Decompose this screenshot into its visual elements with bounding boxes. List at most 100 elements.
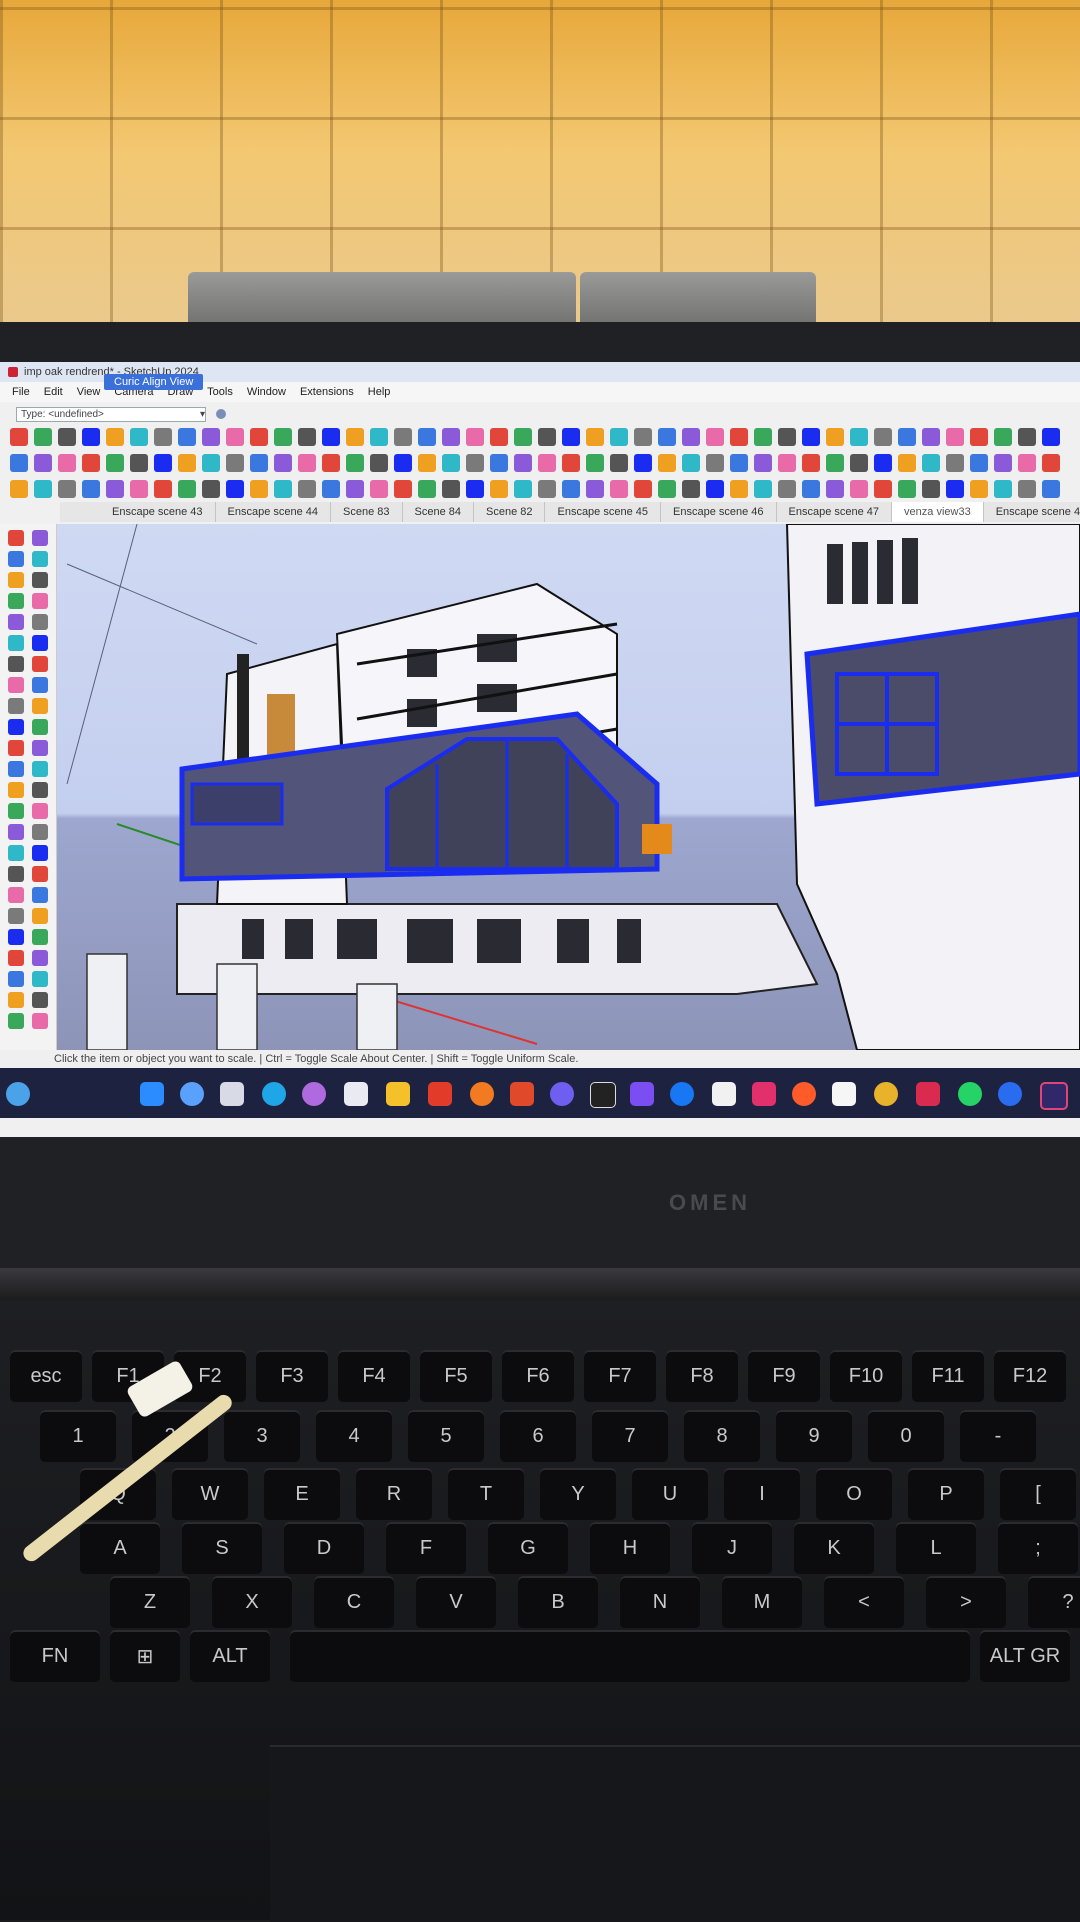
toolbar-tool-icon[interactable] bbox=[706, 428, 724, 446]
toolbar-tool-icon[interactable] bbox=[322, 428, 340, 446]
left-tool-icon[interactable] bbox=[32, 845, 48, 861]
toolbar-tool-icon[interactable] bbox=[298, 428, 316, 446]
type-select[interactable]: Type: <undefined> ▾ bbox=[16, 406, 206, 422]
building-model[interactable] bbox=[57, 524, 1080, 1050]
toolbar-tool-icon[interactable] bbox=[922, 480, 940, 498]
toolbar-tool-icon[interactable] bbox=[346, 480, 364, 498]
left-tool-icon[interactable] bbox=[32, 887, 48, 903]
toolbar-tool-icon[interactable] bbox=[82, 480, 100, 498]
left-tool-icon[interactable] bbox=[8, 971, 24, 987]
menu-extensions[interactable]: Extensions bbox=[300, 386, 354, 398]
menu-view[interactable]: View bbox=[77, 386, 101, 398]
toolbar-tool-icon[interactable] bbox=[10, 480, 28, 498]
task-view-icon[interactable] bbox=[220, 1082, 244, 1106]
keyboard-key[interactable]: M bbox=[722, 1576, 802, 1628]
keyboard-key[interactable]: E bbox=[264, 1468, 340, 1520]
x-icon[interactable] bbox=[590, 1082, 616, 1108]
keyboard-key[interactable]: FN bbox=[10, 1630, 100, 1682]
left-tool-icon[interactable] bbox=[8, 761, 24, 777]
toolbar-tool-icon[interactable] bbox=[730, 454, 748, 472]
toolbar-tool-icon[interactable] bbox=[202, 428, 220, 446]
toolbar-tool-icon[interactable] bbox=[682, 428, 700, 446]
toolbar-tool-icon[interactable] bbox=[658, 428, 676, 446]
keyboard-key[interactable]: K bbox=[794, 1522, 874, 1574]
toolbar-tool-icon[interactable] bbox=[130, 428, 148, 446]
keyboard-key[interactable]: F12 bbox=[994, 1350, 1066, 1402]
scene-tab[interactable]: Enscape scene 43 bbox=[100, 502, 216, 522]
toolbar-tool-icon[interactable] bbox=[826, 428, 844, 446]
toolbar-tool-icon[interactable] bbox=[994, 480, 1012, 498]
left-tool-icon[interactable] bbox=[32, 1013, 48, 1029]
left-tool-icon[interactable] bbox=[32, 572, 48, 588]
toolbar-tool-icon[interactable] bbox=[1042, 480, 1060, 498]
toolbar-tool-icon[interactable] bbox=[1018, 428, 1036, 446]
keyboard-key[interactable]: 6 bbox=[500, 1410, 576, 1462]
left-tool-icon[interactable] bbox=[32, 614, 48, 630]
toolbar-tool-icon[interactable] bbox=[58, 480, 76, 498]
toolbar-tool-icon[interactable] bbox=[34, 454, 52, 472]
toolbar-tool-icon[interactable] bbox=[754, 454, 772, 472]
amazon-icon[interactable] bbox=[712, 1082, 736, 1106]
toolbar-tool-icon[interactable] bbox=[490, 480, 508, 498]
toolbar-tool-icon[interactable] bbox=[754, 480, 772, 498]
keyboard-key[interactable]: F6 bbox=[502, 1350, 574, 1402]
keyboard-key[interactable]: 1 bbox=[40, 1410, 116, 1462]
keyboard-key[interactable]: 9 bbox=[776, 1410, 852, 1462]
toolbar-tool-icon[interactable] bbox=[586, 428, 604, 446]
left-tool-icon[interactable] bbox=[32, 929, 48, 945]
toolbar-tool-icon[interactable] bbox=[82, 454, 100, 472]
toolbar-tool-icon[interactable] bbox=[802, 428, 820, 446]
toolbar-tool-icon[interactable] bbox=[274, 428, 292, 446]
scene-tab-active[interactable]: venza view33 bbox=[892, 502, 984, 522]
keyboard-key[interactable]: T bbox=[448, 1468, 524, 1520]
left-tool-icon[interactable] bbox=[8, 530, 24, 546]
left-tool-icon[interactable] bbox=[32, 866, 48, 882]
toolbar-tool-icon[interactable] bbox=[634, 454, 652, 472]
left-tool-icon[interactable] bbox=[8, 824, 24, 840]
left-tool-icon[interactable] bbox=[8, 866, 24, 882]
keyboard-key[interactable]: G bbox=[488, 1522, 568, 1574]
photoshop-icon[interactable] bbox=[1040, 1082, 1068, 1110]
keyboard-key[interactable]: F bbox=[386, 1522, 466, 1574]
keyboard-key[interactable]: H bbox=[590, 1522, 670, 1574]
keyboard-key[interactable]: D bbox=[284, 1522, 364, 1574]
left-tool-icon[interactable] bbox=[32, 761, 48, 777]
toolbar-tool-icon[interactable] bbox=[730, 428, 748, 446]
indesign-icon[interactable] bbox=[916, 1082, 940, 1106]
toolbar-tool-icon[interactable] bbox=[490, 428, 508, 446]
toolbar-tool-icon[interactable] bbox=[898, 480, 916, 498]
left-tool-icon[interactable] bbox=[8, 677, 24, 693]
keyboard-key[interactable]: L bbox=[896, 1522, 976, 1574]
scene-tab[interactable]: Enscape scene 48 bbox=[984, 502, 1080, 522]
toolbar-tool-icon[interactable] bbox=[298, 454, 316, 472]
toolbar-tool-icon[interactable] bbox=[850, 480, 868, 498]
keyboard-key[interactable]: ? bbox=[1028, 1576, 1080, 1628]
left-tool-icon[interactable] bbox=[8, 1013, 24, 1029]
toolbar-tool-icon[interactable] bbox=[274, 480, 292, 498]
toolbar-tool-icon[interactable] bbox=[898, 428, 916, 446]
toolbar-tool-icon[interactable] bbox=[514, 480, 532, 498]
toolbar-tool-icon[interactable] bbox=[514, 428, 532, 446]
keyboard-key[interactable]: 4 bbox=[316, 1410, 392, 1462]
toolbar-tool-icon[interactable] bbox=[10, 428, 28, 446]
keyboard-key[interactable]: F10 bbox=[830, 1350, 902, 1402]
left-tool-icon[interactable] bbox=[32, 530, 48, 546]
spacebar[interactable] bbox=[290, 1630, 970, 1682]
toolbar-tool-icon[interactable] bbox=[634, 428, 652, 446]
keyboard-key[interactable]: esc bbox=[10, 1350, 82, 1402]
copilot-icon[interactable] bbox=[302, 1082, 326, 1106]
toolbar-tool-icon[interactable] bbox=[226, 480, 244, 498]
keyboard-key[interactable]: 7 bbox=[592, 1410, 668, 1462]
toolbar-tool-icon[interactable] bbox=[826, 480, 844, 498]
wikipedia-icon[interactable] bbox=[832, 1082, 856, 1106]
keyboard-key[interactable]: F11 bbox=[912, 1350, 984, 1402]
toolbar-tool-icon[interactable] bbox=[754, 428, 772, 446]
wps-office-icon[interactable] bbox=[428, 1082, 452, 1106]
toolbar-tool-icon[interactable] bbox=[226, 454, 244, 472]
app-icon[interactable] bbox=[470, 1082, 494, 1106]
toolbar-tool-icon[interactable] bbox=[346, 454, 364, 472]
keyboard-key[interactable]: 3 bbox=[224, 1410, 300, 1462]
toolbar-tool-icon[interactable] bbox=[418, 454, 436, 472]
toolbar-tool-icon[interactable] bbox=[106, 480, 124, 498]
toolbar-tool-icon[interactable] bbox=[658, 480, 676, 498]
